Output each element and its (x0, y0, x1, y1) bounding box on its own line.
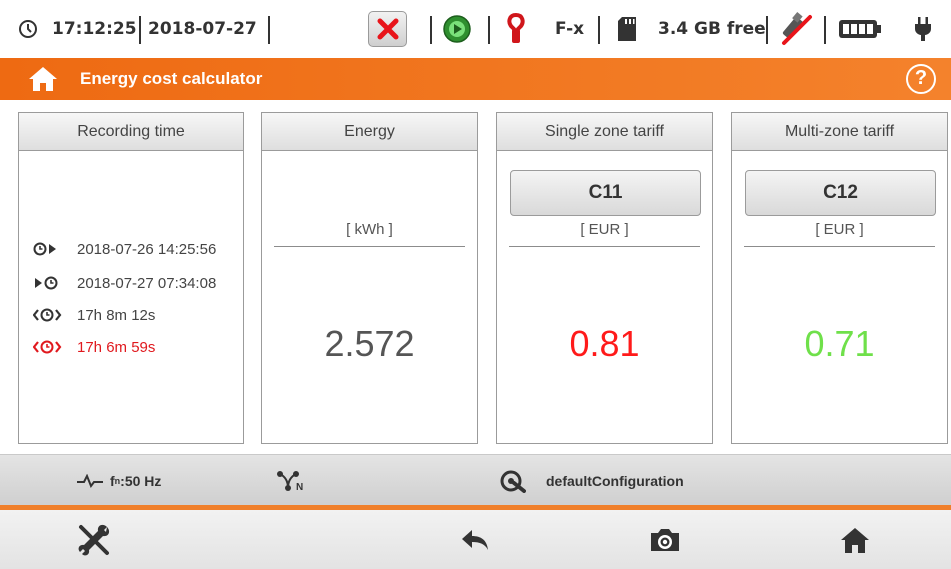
home-button[interactable] (760, 510, 950, 569)
sd-card-icon (617, 0, 637, 58)
tools-icon (78, 524, 110, 555)
energy-unit: [ kWh ] (346, 221, 393, 238)
configuration-name: defaultConfiguration (546, 473, 684, 489)
clock-icon (18, 0, 38, 58)
storage-free: 3.4 GB free (658, 19, 766, 39)
recording-duration: 17h 8m 12s (77, 306, 156, 324)
bottom-toolbar (0, 510, 951, 569)
usb-icon (778, 0, 814, 58)
recording-start: 2018-07-26 14:25:56 (77, 240, 217, 258)
battery-icon (838, 0, 882, 58)
separator (824, 16, 826, 44)
recording-duration-row: 17h 8m 12s (33, 305, 155, 325)
single-zone-unit: [ EUR ] (580, 221, 629, 238)
separator (430, 16, 432, 44)
end-time-icon (33, 276, 77, 290)
plug-icon (914, 0, 932, 58)
status-bar: 17:12:25 2018-07-27 F-x 3.4 GB free (0, 0, 951, 58)
separator (598, 16, 600, 44)
page-title: Energy cost calculator (80, 69, 263, 88)
play-icon (442, 0, 472, 58)
back-icon (462, 529, 488, 550)
energy-value: 2.572 (324, 323, 415, 364)
help-icon[interactable]: ? (906, 64, 936, 94)
empty-slot (190, 510, 380, 569)
info-bar: f n:50 Hz N defaultConfiguration (0, 454, 951, 506)
stop-icon (377, 18, 398, 40)
home-icon (841, 527, 869, 553)
clamp-icon (505, 0, 527, 58)
multi-zone-cost: 0.71 (804, 323, 875, 364)
multi-zone-unit: [ EUR ] (815, 221, 864, 238)
nominal-frequency: :50 Hz (120, 473, 162, 489)
settings-button[interactable] (0, 510, 190, 569)
divider (744, 246, 935, 247)
configuration-icon (500, 470, 526, 493)
multi-zone-tariff-button[interactable]: C12 (745, 170, 936, 216)
home-icon[interactable] (28, 66, 58, 97)
start-time-icon (33, 242, 77, 256)
title-bar: Energy cost calculator ? (0, 58, 951, 100)
duration-icon (33, 308, 77, 322)
recording-time-panel: Recording time 2018-07-26 14:25:56 2018-… (18, 112, 244, 444)
divider (274, 246, 465, 247)
separator (268, 16, 270, 44)
panel-header: Recording time (19, 113, 243, 151)
waveform-icon (77, 474, 103, 488)
single-zone-cost: 0.81 (569, 323, 640, 364)
status-time: 17:12:25 (52, 19, 137, 39)
panel-header: Multi-zone tariff (732, 113, 947, 151)
separator (139, 16, 141, 44)
configuration-indicator: defaultConfiguration (500, 455, 684, 507)
screenshot-button[interactable] (570, 510, 760, 569)
stop-recording-button[interactable] (368, 11, 407, 47)
clamp-type: F-x (555, 19, 585, 39)
frequency-indicator: f n:50 Hz (76, 455, 161, 507)
recording-start-row: 2018-07-26 14:25:56 (33, 239, 216, 259)
divider (509, 246, 700, 247)
recording-end-row: 2018-07-27 07:34:08 (33, 273, 216, 293)
multi-zone-tariff-panel: Multi-zone tariff C12 [ EUR ] 0.71 (731, 112, 948, 444)
active-duration: 17h 6m 59s (77, 338, 156, 356)
network-subscript: N (296, 481, 304, 493)
separator (766, 16, 768, 44)
panel-header: Single zone tariff (497, 113, 712, 151)
recording-end: 2018-07-27 07:34:08 (77, 274, 217, 292)
active-duration-icon (33, 340, 77, 354)
active-duration-row: 17h 6m 59s (33, 337, 155, 357)
single-zone-tariff-button[interactable]: C11 (510, 170, 701, 216)
separator (488, 16, 490, 44)
panel-header: Energy (262, 113, 477, 151)
energy-panel: Energy [ kWh ] 2.572 (261, 112, 478, 444)
single-zone-tariff-panel: Single zone tariff C11 [ EUR ] 0.81 (496, 112, 713, 444)
network-type-indicator: N (276, 455, 303, 507)
back-button[interactable] (380, 510, 570, 569)
camera-icon (651, 528, 679, 551)
status-date: 2018-07-27 (148, 19, 257, 39)
